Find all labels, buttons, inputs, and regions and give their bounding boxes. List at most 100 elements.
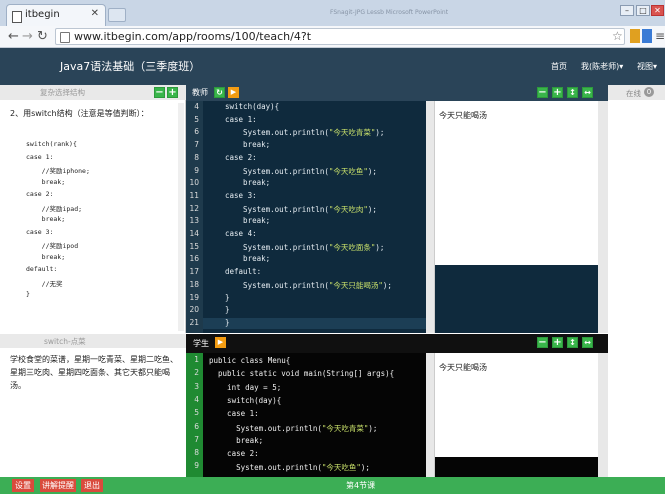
teacher-label: 教师 [192, 88, 208, 97]
browser-tab[interactable]: itbegin ✕ [6, 4, 106, 26]
exercise-code-line: //无奖 [26, 279, 63, 288]
line-number: 19 [189, 292, 199, 302]
teacher-resize-button[interactable]: ↔ [582, 87, 593, 98]
code-line: default: [225, 267, 262, 277]
exercise-code-line: case 1: [26, 152, 54, 161]
code-line: break; [225, 140, 271, 150]
code-line: switch(day){ [225, 102, 280, 111]
tab-title: itbegin [25, 9, 60, 20]
code-line: System.out.println("今天吃青菜"); [209, 423, 378, 433]
new-tab-button[interactable] [108, 8, 126, 22]
maximize-button[interactable]: □ [636, 5, 650, 16]
teacher-minus-button[interactable]: − [537, 87, 548, 98]
teacher-output-scrollbar[interactable] [598, 101, 608, 333]
course-title: Java7语法基础（三季度班） [60, 60, 201, 73]
settings-button[interactable]: 设置 [12, 479, 34, 492]
run-student-button[interactable]: ▶ [215, 337, 226, 348]
line-number: 17 [189, 267, 199, 277]
exercise-code-line: break; [26, 252, 66, 261]
line-number: 3 [194, 381, 199, 391]
line-number: 9 [194, 461, 199, 471]
exercise-code-line: default: [26, 265, 58, 273]
window-title: FSnagit-JPG Lessb Microsoft PowerPoint [330, 9, 449, 16]
student-code-editor[interactable]: public class Menu{ public static void ma… [203, 353, 426, 477]
page-icon [12, 11, 22, 23]
star-icon[interactable]: ☆ [612, 29, 623, 43]
exercise-code-line: //奖励ipod [26, 242, 79, 250]
student-minus-button[interactable]: − [537, 337, 548, 348]
refresh-icon[interactable]: ↻ [214, 87, 225, 98]
exercise-code-line: switch(rank){ [26, 140, 77, 148]
line-number: 20 [189, 305, 199, 315]
run-teacher-button[interactable]: ▶ [228, 87, 239, 98]
nav-user-menu[interactable]: 我(陈老师)▾ [581, 61, 623, 72]
code-line: break; [209, 435, 264, 445]
code-line: System.out.println("今天吃面条"); [225, 242, 385, 252]
close-tab-icon[interactable]: ✕ [91, 8, 99, 19]
nav-home[interactable]: 首页 [551, 61, 567, 72]
student-code: public class Menu{ public static void ma… [203, 355, 426, 475]
code-line: case 4: [225, 229, 257, 238]
extension-icon-2[interactable] [642, 29, 652, 43]
student-plus-button[interactable]: + [552, 337, 563, 348]
expand-button[interactable]: + [167, 87, 178, 98]
code-line: System.out.println("今天吃肉"); [225, 204, 377, 214]
back-arrow-icon[interactable]: ← [8, 29, 19, 44]
teacher-fullscreen-button[interactable]: ↕ [567, 87, 578, 98]
reload-icon[interactable]: ↻ [37, 29, 48, 44]
line-number: 9 [194, 165, 199, 175]
line-number: 2 [194, 368, 199, 378]
line-number: 6 [194, 127, 199, 137]
teacher-editor-scrollbar[interactable] [426, 101, 434, 333]
code-line: case 2: [225, 152, 257, 162]
line-number: 8 [194, 448, 199, 458]
teacher-console-area [435, 265, 599, 333]
student-output-scrollbar[interactable] [598, 353, 608, 477]
section-label: 第4节课 [346, 481, 376, 490]
menu-icon[interactable]: ≡ [655, 29, 665, 43]
extension-icon[interactable] [630, 29, 640, 43]
line-number: 14 [189, 229, 199, 238]
teacher-code-editor[interactable]: switch(day){case 1: System.out.println("… [203, 101, 426, 333]
nav-view-menu[interactable]: 视图▾ [637, 61, 657, 72]
student-console-area [435, 457, 599, 477]
collapse-button[interactable]: − [154, 87, 165, 98]
code-line: System.out.println("今天吃鱼"); [225, 166, 377, 176]
exercise-code-line: break; [26, 177, 66, 186]
url-text: www.itbegin.com/app/rooms/100/teach/4?t [74, 30, 312, 43]
code-line: public class Menu{ [209, 356, 291, 365]
code-line: switch(day){ [209, 395, 282, 405]
explain-reminder-button[interactable]: 讲解提醒 [40, 479, 76, 492]
code-line: int day = 5; [209, 382, 282, 392]
line-number: 5 [194, 114, 199, 124]
online-count-badge: 0 [644, 87, 654, 97]
line-number: 11 [189, 190, 199, 200]
code-line: break; [225, 254, 271, 264]
teacher-plus-button[interactable]: + [552, 87, 563, 98]
close-window-button[interactable]: ✕ [651, 5, 664, 16]
exit-button[interactable]: 退出 [81, 479, 103, 492]
code-line: } [225, 292, 230, 302]
exercise-title: 复杂选择结构 [40, 88, 85, 97]
code-line: System.out.println("今天只能喝汤"); [225, 280, 392, 290]
student-output-panel: 今天只能喝汤 [434, 353, 599, 477]
exercise-question: 2、用switch结构（注意是等值判断）： [10, 109, 149, 118]
student-resize-button[interactable]: ↔ [582, 337, 593, 348]
student-fullscreen-button[interactable]: ↕ [567, 337, 578, 348]
forward-arrow-icon[interactable]: → [22, 29, 33, 44]
code-line: } [225, 317, 230, 327]
exercise-scrollbar[interactable] [178, 103, 184, 331]
online-label: 在线 [626, 89, 641, 98]
code-line: System.out.println("今天吃青菜"); [225, 128, 385, 138]
student-editor-scrollbar[interactable] [426, 353, 434, 477]
address-bar[interactable]: www.itbegin.com/app/rooms/100/teach/4?t [55, 28, 625, 45]
line-number: 16 [189, 254, 199, 264]
exercise-code-line: break; [26, 215, 66, 223]
line-number: 15 [189, 241, 199, 251]
line-number: 21 [189, 317, 199, 327]
code-line: } [225, 305, 230, 315]
teacher-code: switch(day){case 1: System.out.println("… [203, 101, 426, 333]
line-number: 4 [194, 394, 199, 404]
line-number: 6 [194, 421, 199, 431]
minimize-button[interactable]: – [620, 5, 634, 16]
